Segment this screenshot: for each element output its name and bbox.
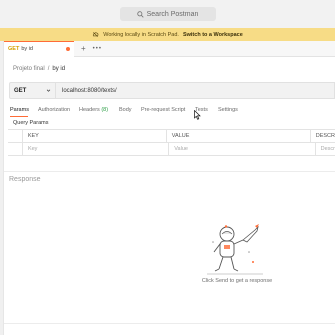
tab-params[interactable]: Params — [10, 107, 29, 113]
column-header-key: KEY — [23, 130, 167, 142]
table-header-row: KEY VALUE DESCR — [8, 130, 335, 143]
breadcrumb: Projeto final / by id — [13, 66, 65, 72]
mouse-cursor-icon — [194, 110, 201, 120]
description-input[interactable]: Descr — [316, 143, 335, 155]
banner-text: Working locally in Scratch Pad. — [103, 31, 179, 38]
new-tab-button[interactable]: + — [81, 44, 86, 53]
search-placeholder: Search Postman — [146, 10, 199, 18]
tab-settings[interactable]: Settings — [218, 107, 238, 113]
url-input[interactable]: localhost:8080/texts/ — [56, 82, 335, 99]
active-tab-underline — [10, 116, 28, 117]
postman-window: Search Postman Working locally in Scratc… — [0, 0, 335, 335]
tab-headers-label: Headers — [79, 107, 100, 113]
tab-method: GET — [8, 46, 20, 52]
footer-divider — [4, 323, 335, 324]
tab-label: by id — [21, 46, 33, 52]
query-params-table: KEY VALUE DESCR Key Value Descr — [8, 129, 335, 156]
row-checkbox[interactable] — [8, 143, 23, 155]
tab-prerequest-script[interactable]: Pre-request Script — [141, 107, 185, 113]
column-header-value: VALUE — [167, 130, 311, 142]
scratch-pad-banner: Working locally in Scratch Pad. Switch t… — [0, 28, 335, 41]
tab-headers-count: (8) — [101, 107, 109, 113]
unsaved-dot-icon — [66, 47, 70, 51]
empty-response-message: Click Send to get a response — [201, 278, 273, 284]
search-bar[interactable]: Search Postman — [119, 7, 216, 21]
checkbox-column-header — [8, 130, 23, 142]
response-label: Response — [9, 176, 41, 183]
url-bar: GET localhost:8080/texts/ — [9, 82, 335, 99]
tab-more-button[interactable]: ••• — [93, 46, 102, 52]
breadcrumb-collection[interactable]: Projeto final — [13, 66, 45, 72]
column-header-description: DESCR — [315, 133, 335, 139]
search-icon — [136, 10, 144, 18]
breadcrumb-separator: / — [47, 66, 50, 72]
top-bar: Search Postman — [0, 0, 335, 28]
key-input[interactable]: Key — [23, 143, 170, 155]
left-sidebar-edge — [0, 41, 4, 335]
request-tab[interactable]: GET by id — [4, 40, 74, 57]
breadcrumb-current[interactable]: by id — [52, 66, 65, 72]
response-divider[interactable] — [4, 171, 335, 172]
query-params-title: Query Params — [13, 120, 49, 126]
tab-authorization[interactable]: Authorization — [38, 107, 70, 113]
method-select[interactable]: GET — [9, 82, 56, 99]
table-row: Key Value Descr — [8, 143, 335, 156]
request-tab-bar: GET by id + ••• — [4, 40, 335, 57]
value-input[interactable]: Value — [169, 143, 316, 155]
switch-workspace-link[interactable]: Switch to a Workspace — [183, 32, 243, 38]
chevron-down-icon — [46, 89, 51, 92]
offline-icon — [93, 32, 99, 37]
method-value: GET — [14, 87, 27, 94]
tab-body[interactable]: Body — [119, 107, 132, 113]
tab-headers[interactable]: Headers (8) — [79, 107, 108, 113]
request-config-tabs: Params Authorization Headers (8) Body Pr… — [9, 104, 335, 118]
astronaut-illustration-icon — [207, 224, 263, 275]
